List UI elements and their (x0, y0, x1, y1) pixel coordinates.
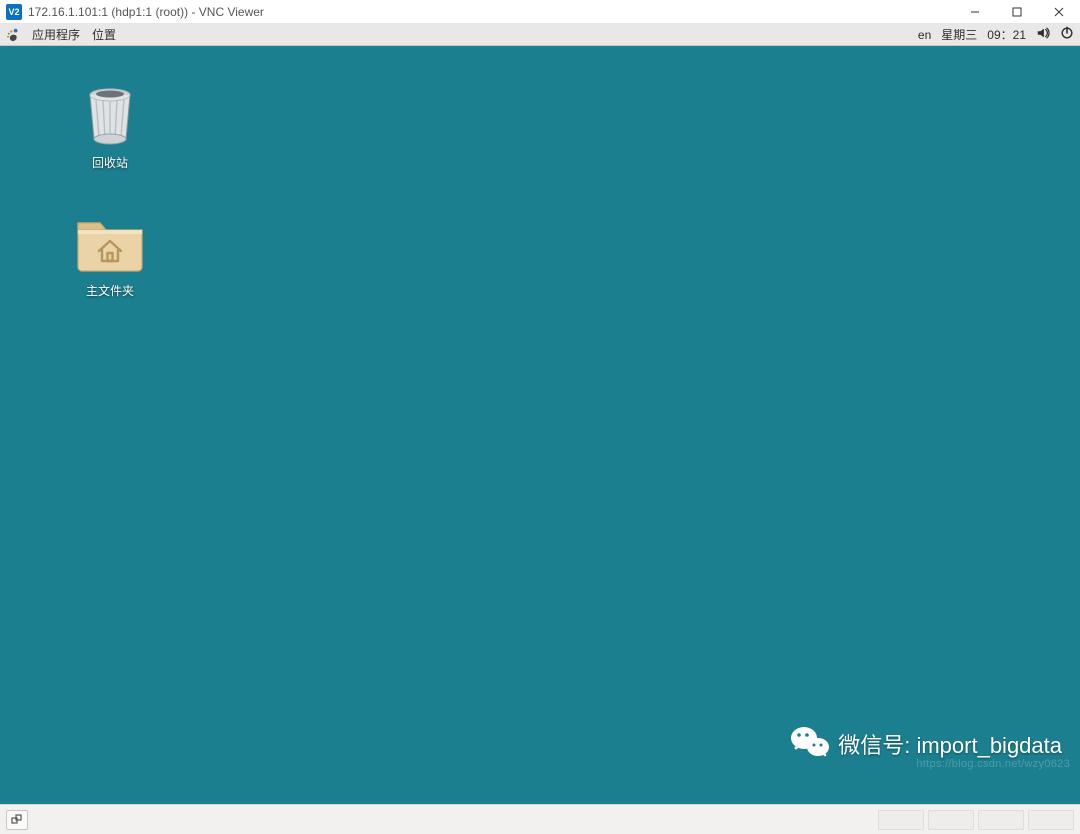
clock-day[interactable]: 星期三 (941, 26, 977, 43)
menu-applications[interactable]: 应用程序 (32, 26, 80, 43)
csdn-watermark: https://blog.csdn.net/wzy0623 (916, 758, 1070, 770)
minimize-button[interactable] (954, 0, 996, 24)
status-cell (878, 810, 924, 830)
menu-places[interactable]: 位置 (92, 26, 116, 43)
maximize-button[interactable] (996, 0, 1038, 24)
volume-icon[interactable] (1036, 26, 1050, 43)
window-title: 172.16.1.101:1 (hdp1:1 (root)) - VNC Vie… (28, 5, 954, 19)
status-cell (1028, 810, 1074, 830)
gnome-top-panel: 应用程序 位置 en 星期三 09：21 (0, 24, 1080, 46)
power-icon[interactable] (1060, 26, 1074, 43)
vnc-remote-desktop: 应用程序 位置 en 星期三 09：21 (0, 24, 1080, 804)
desktop-icon-label: 回收站 (92, 154, 128, 171)
window-titlebar: V2 172.16.1.101:1 (hdp1:1 (root)) - VNC … (0, 0, 1080, 24)
status-cell (978, 810, 1024, 830)
gnome-foot-icon (6, 28, 20, 42)
input-language-indicator[interactable]: en (918, 28, 931, 42)
clock-time[interactable]: 09：21 (987, 26, 1026, 43)
folder-home-icon (74, 211, 146, 276)
trash-icon (81, 85, 139, 148)
window-controls (954, 0, 1080, 24)
status-cell (928, 810, 974, 830)
desktop-icon-trash[interactable]: 回收站 (65, 85, 155, 171)
desktop-icon-label: 主文件夹 (86, 282, 134, 299)
close-button[interactable] (1038, 0, 1080, 24)
vnc-app-icon: V2 (6, 4, 22, 20)
wechat-icon (790, 724, 830, 764)
watermark-text: 微信号: import_bigdata (838, 728, 1062, 760)
fullscreen-toggle-button[interactable] (6, 810, 28, 830)
desktop-icon-home-folder[interactable]: 主文件夹 (65, 211, 155, 299)
vnc-statusbar (0, 804, 1080, 834)
desktop-surface[interactable]: 回收站 主文件夹 (0, 46, 1080, 804)
